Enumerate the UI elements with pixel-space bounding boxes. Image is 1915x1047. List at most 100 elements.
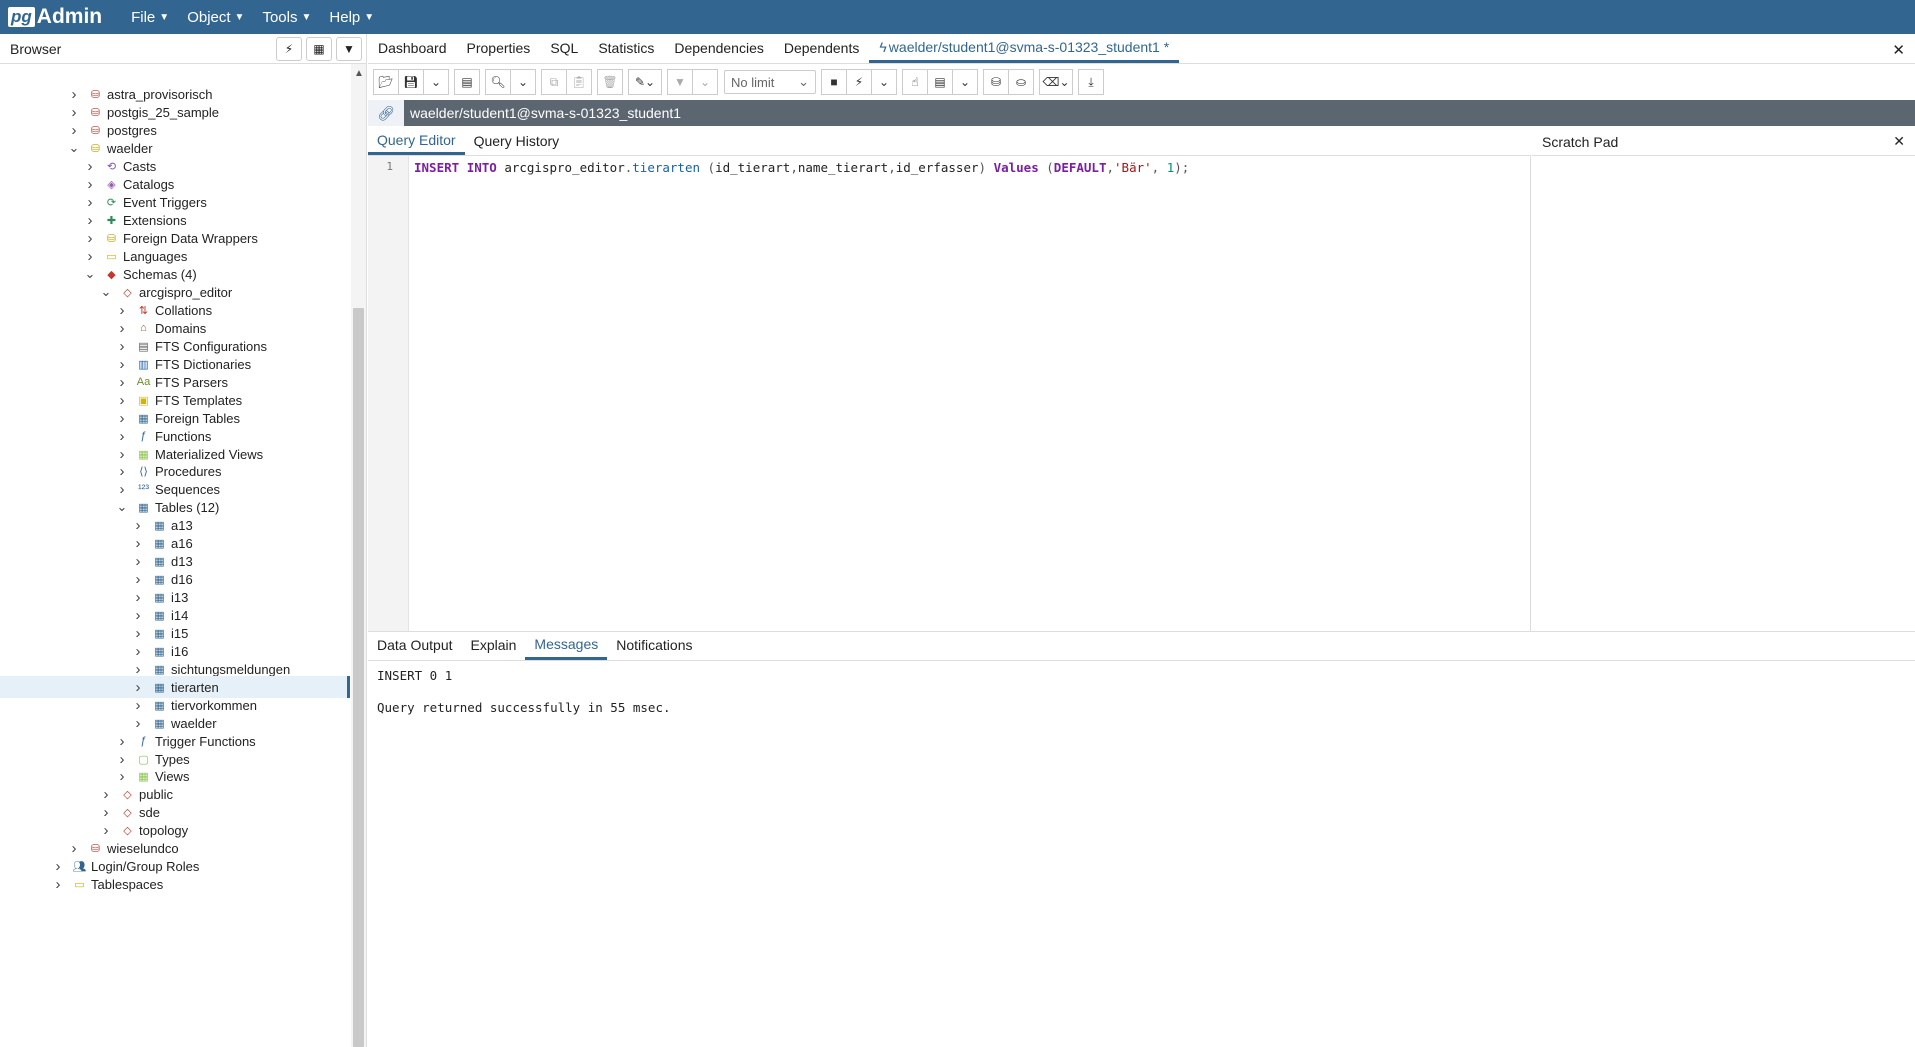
chevron-right-icon[interactable]: › — [132, 679, 144, 696]
chevron-right-icon[interactable]: › — [116, 768, 128, 785]
chevron-down-icon[interactable]: ⌄ — [68, 140, 80, 156]
menu-help[interactable]: Help ▼ — [320, 9, 383, 26]
stop-icon: ■ — [830, 75, 838, 89]
close-icon[interactable]: ✕ — [1893, 133, 1905, 150]
download-button[interactable]: ⤓ — [1078, 69, 1104, 95]
tree-node-tablespaces[interactable]: › ▭ Tablespaces — [0, 873, 350, 895]
tab-properties[interactable]: Properties — [457, 33, 541, 63]
tab-dashboard[interactable]: Dashboard — [368, 33, 457, 63]
tab-query-history[interactable]: Query History — [465, 127, 569, 155]
chevron-right-icon[interactable]: › — [116, 428, 128, 445]
query-tool-button[interactable]: ⚡ — [276, 36, 302, 61]
paste-button[interactable]: 📋︎ — [566, 69, 592, 95]
chevron-right-icon[interactable]: › — [68, 840, 80, 857]
edit-button[interactable]: ✎⌄ — [628, 69, 662, 95]
chevron-right-icon[interactable]: › — [132, 553, 144, 570]
chevron-right-icon[interactable]: › — [84, 230, 96, 247]
chevron-right-icon[interactable]: › — [116, 410, 128, 427]
chevron-right-icon[interactable]: › — [68, 86, 80, 103]
chevron-right-icon[interactable]: › — [116, 392, 128, 409]
chevron-right-icon[interactable]: › — [84, 158, 96, 175]
tab-dependencies[interactable]: Dependencies — [664, 33, 774, 63]
chevron-right-icon[interactable]: › — [132, 715, 144, 732]
explain-button[interactable]: ☝ — [902, 69, 928, 95]
chevron-right-icon[interactable]: › — [132, 625, 144, 642]
tab-notifications[interactable]: Notifications — [607, 631, 701, 660]
clear-button[interactable]: ⌫⌄ — [1039, 69, 1073, 95]
chevron-down-icon: ▼ — [234, 11, 245, 23]
row-limit-select[interactable]: No limit ⌄ — [724, 70, 816, 94]
find-options-dropdown[interactable]: ⌄ — [510, 69, 536, 95]
save-options-dropdown[interactable]: ⌄ — [423, 69, 449, 95]
tab-sql[interactable]: SQL — [540, 33, 588, 63]
chevron-right-icon[interactable]: › — [116, 338, 128, 355]
sql-editor[interactable]: 1 INSERT INTO arcgispro_editor.tierarten… — [368, 156, 1531, 631]
chevron-right-icon[interactable]: › — [132, 589, 144, 606]
chevron-right-icon[interactable]: › — [132, 571, 144, 588]
execute-options-dropdown[interactable]: ⌄ — [871, 69, 897, 95]
chevron-right-icon[interactable]: › — [116, 320, 128, 337]
scrollbar-thumb[interactable] — [353, 308, 364, 1047]
filter-button[interactable]: ▼ — [336, 36, 362, 61]
view-data-button[interactable]: ▦ — [306, 36, 332, 61]
explain-options-dropdown[interactable]: ⌄ — [952, 69, 978, 95]
tab-data-output[interactable]: Data Output — [368, 631, 462, 660]
tree-scrollbar[interactable]: ▲ — [351, 64, 366, 1047]
chevron-right-icon[interactable]: › — [116, 481, 128, 498]
chevron-right-icon[interactable]: › — [68, 104, 80, 121]
save-file-button[interactable]: 💾︎ — [398, 69, 424, 95]
open-file-button[interactable]: 📂︎ — [373, 69, 399, 95]
menu-object[interactable]: Object ▼ — [178, 9, 253, 26]
delete-row-button[interactable]: 🗑︎ — [597, 69, 623, 95]
scratch-pad-textarea[interactable] — [1532, 156, 1915, 631]
commit-button[interactable]: ⛁ — [983, 69, 1009, 95]
chevron-right-icon[interactable]: › — [100, 786, 112, 803]
menu-file[interactable]: File ▼ — [122, 9, 178, 26]
tab-query-tool[interactable]: ϟ waelder/student1@svma-s-01323_student1 … — [869, 33, 1180, 63]
copy-button[interactable]: ⧉ — [541, 69, 567, 95]
chevron-down-icon[interactable]: ⌄ — [84, 266, 96, 282]
tab-explain[interactable]: Explain — [462, 631, 526, 660]
menu-tools[interactable]: Tools ▼ — [253, 9, 320, 26]
chevron-right-icon[interactable]: › — [132, 661, 144, 678]
close-tab-icon[interactable]: ✕ — [1892, 41, 1905, 59]
chevron-right-icon[interactable]: › — [132, 697, 144, 714]
scroll-up-icon[interactable]: ▲ — [354, 68, 364, 79]
find-button[interactable]: 🔍︎ — [485, 69, 511, 95]
execute-button[interactable]: ⚡ — [846, 69, 872, 95]
sql-code-line[interactable]: INSERT INTO arcgispro_editor.tierarten (… — [414, 160, 1189, 175]
chevron-right-icon[interactable]: › — [100, 822, 112, 839]
filter-options-dropdown[interactable]: ⌄ — [692, 69, 718, 95]
tab-statistics[interactable]: Statistics — [588, 33, 664, 63]
rollback-button[interactable]: ⛀ — [1008, 69, 1034, 95]
tab-dependents[interactable]: Dependents — [774, 33, 870, 63]
explain-analyze-button[interactable]: ▤ — [927, 69, 953, 95]
chevron-right-icon[interactable]: › — [84, 212, 96, 229]
chevron-right-icon[interactable]: › — [84, 194, 96, 211]
chevron-right-icon[interactable]: › — [116, 356, 128, 373]
connection-label[interactable]: waelder/student1@svma-s-01323_student1 — [410, 105, 681, 121]
chevron-right-icon[interactable]: › — [116, 463, 128, 480]
chevron-right-icon[interactable]: › — [132, 643, 144, 660]
chevron-right-icon[interactable]: › — [132, 535, 144, 552]
tab-query-editor[interactable]: Query Editor — [368, 127, 465, 155]
fts-template-icon: ▣ — [138, 394, 149, 407]
chevron-right-icon[interactable]: › — [52, 858, 64, 875]
chevron-right-icon[interactable]: › — [84, 176, 96, 193]
chevron-right-icon[interactable]: › — [116, 733, 128, 750]
chevron-right-icon[interactable]: › — [52, 876, 64, 893]
filter-rows-button[interactable]: ▼ — [667, 69, 693, 95]
tab-messages[interactable]: Messages — [525, 631, 608, 660]
chevron-down-icon[interactable]: ⌄ — [100, 284, 112, 300]
connection-status-icon[interactable]: 🔗︎ — [368, 100, 404, 126]
chevron-right-icon[interactable]: › — [116, 302, 128, 319]
chevron-right-icon[interactable]: › — [84, 248, 96, 265]
chevron-right-icon[interactable]: › — [116, 374, 128, 391]
save-data-button[interactable]: ▤ — [454, 69, 480, 95]
stop-query-button[interactable]: ■ — [821, 69, 847, 95]
chevron-down-icon[interactable]: ⌄ — [116, 499, 128, 515]
chevron-right-icon[interactable]: › — [132, 607, 144, 624]
chevron-right-icon[interactable]: › — [132, 517, 144, 534]
chevron-right-icon[interactable]: › — [68, 122, 80, 139]
chevron-right-icon[interactable]: › — [100, 804, 112, 821]
